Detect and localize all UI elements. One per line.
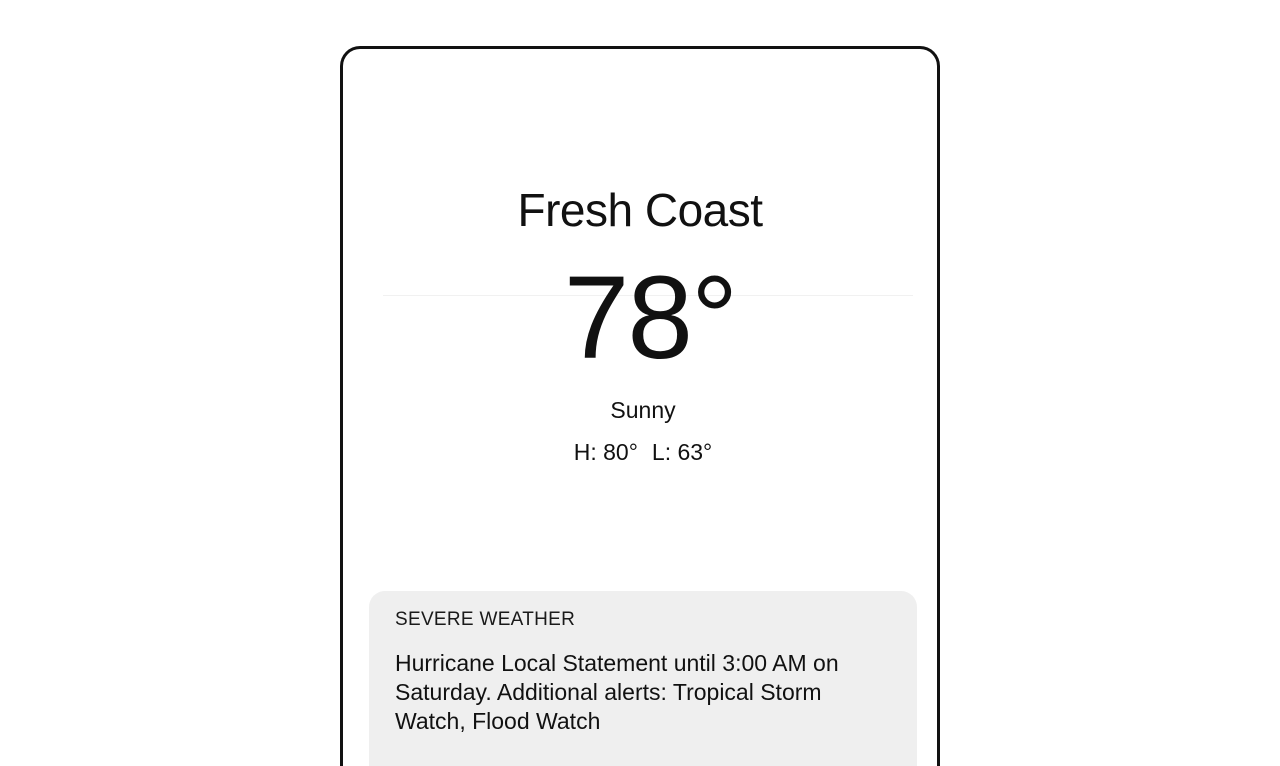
high-low-temperatures: H: 80° L: 63°: [343, 437, 937, 467]
location-name: Fresh Coast: [517, 184, 763, 236]
severe-weather-alert-card[interactable]: SEVERE WEATHER Hurricane Local Statement…: [369, 591, 917, 766]
alert-message: Hurricane Local Statement until 3:00 AM …: [395, 650, 839, 734]
weather-app-frame: Fresh Coast 78° Sunny H: 80° L: 63° SEVER…: [340, 46, 940, 766]
low-temperature: L: 63°: [651, 439, 713, 465]
alert-title: SEVERE WEATHER: [395, 609, 576, 630]
weather-condition: Sunny: [610, 397, 676, 423]
high-temperature: H: 80°: [573, 439, 638, 465]
current-temperature: 78°: [563, 252, 738, 384]
